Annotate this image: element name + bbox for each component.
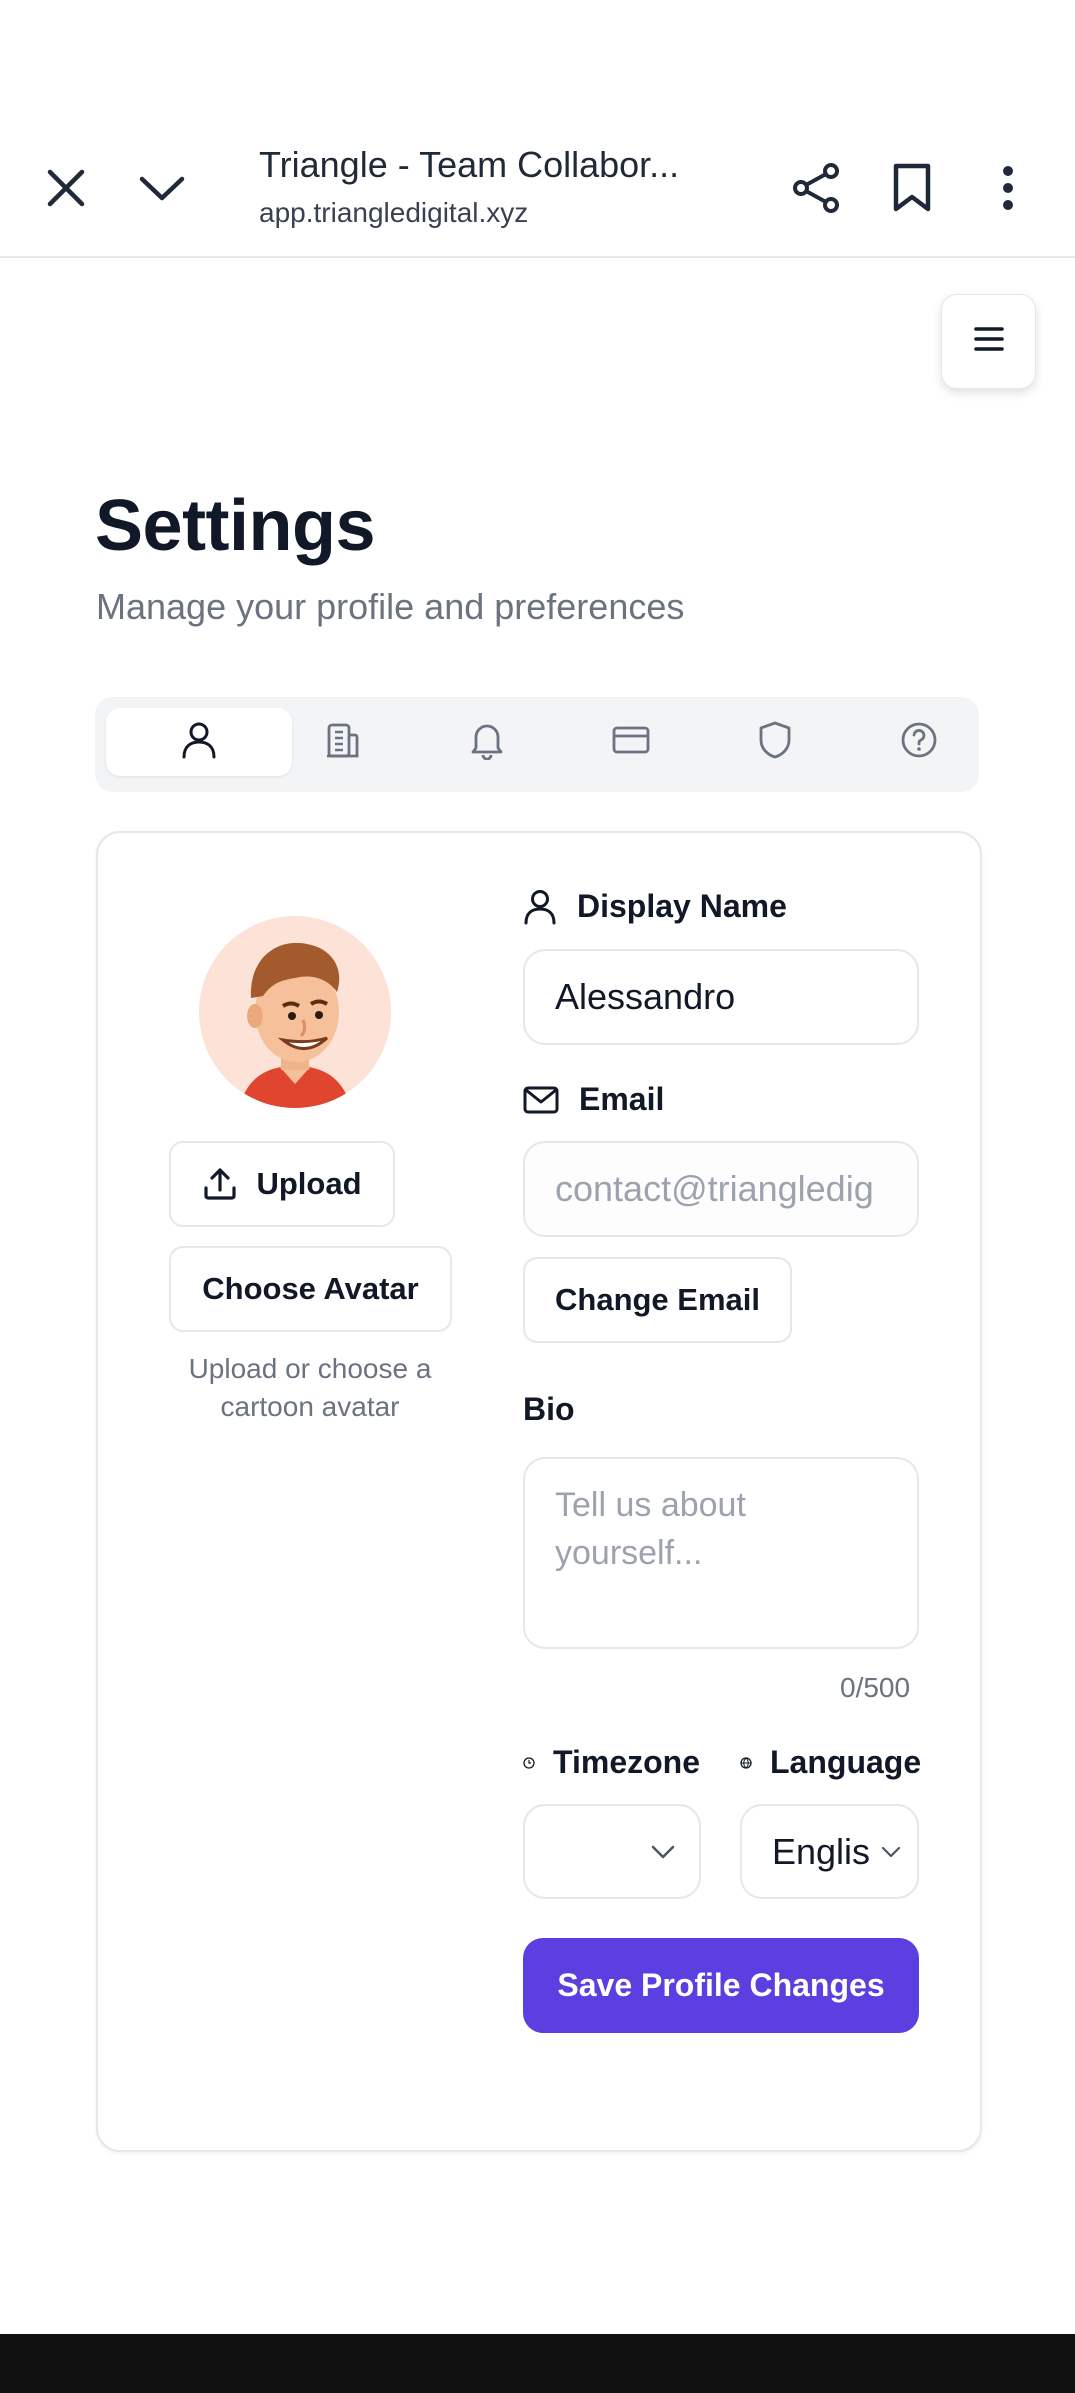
upload-label: Upload [256,1166,362,1201]
credit-card-icon [611,724,651,761]
page-title: Settings [95,486,376,566]
display-name-label: Display Name [523,888,787,925]
share-icon[interactable] [786,160,846,216]
language-label: Language [740,1744,921,1781]
choose-avatar-label: Choose Avatar [202,1271,419,1306]
upload-button[interactable]: Upload [169,1141,395,1227]
clock-icon [523,1756,535,1769]
timezone-label: Timezone [523,1744,700,1781]
email-input[interactable]: contact@triangledig [523,1141,919,1237]
user-icon [181,721,217,764]
tab-help[interactable] [826,708,1012,776]
help-circle-icon [899,720,939,765]
email-label: Email [523,1081,664,1118]
mail-icon [523,1085,559,1115]
change-email-button[interactable]: Change Email [523,1257,792,1343]
save-profile-button[interactable]: Save Profile Changes [523,1938,919,2033]
globe-icon [740,1756,752,1769]
user-icon [523,889,557,925]
chevron-down-icon[interactable] [132,160,192,216]
bio-textarea[interactable]: Tell us about yourself... [523,1457,919,1649]
building-icon [324,721,362,764]
chevron-down-icon [881,1846,901,1858]
more-vertical-icon[interactable] [978,160,1038,216]
avatar-hint: Upload or choose a cartoon avatar [188,1353,432,1422]
chevron-down-icon [651,1845,675,1859]
bell-icon [468,720,506,765]
page-subtitle: Manage your profile and preferences [96,586,685,627]
settings-tabs [95,697,979,792]
bookmark-icon[interactable] [882,160,942,216]
save-profile-label: Save Profile Changes [557,1967,885,2003]
bio-label: Bio [523,1391,575,1427]
browser-toolbar: Triangle - Team Collabor... app.triangle… [0,0,1075,258]
page-url[interactable]: app.triangledigital.xyz [259,197,528,229]
display-name-input[interactable]: Alessandro [523,949,919,1045]
change-email-label: Change Email [555,1282,760,1317]
close-icon[interactable] [36,160,96,216]
system-nav-bar [0,2334,1075,2393]
avatar [199,916,391,1108]
shield-icon [757,720,793,765]
choose-avatar-button[interactable]: Choose Avatar [169,1246,452,1332]
tab-title: Triangle - Team Collabor... [259,144,680,185]
upload-icon [202,1166,238,1202]
timezone-select[interactable] [523,1804,701,1899]
bio-char-count: 0/500 [840,1672,911,1703]
menu-button[interactable] [941,294,1036,389]
language-select[interactable]: Englis [740,1804,919,1899]
hamburger-icon [973,326,1004,357]
